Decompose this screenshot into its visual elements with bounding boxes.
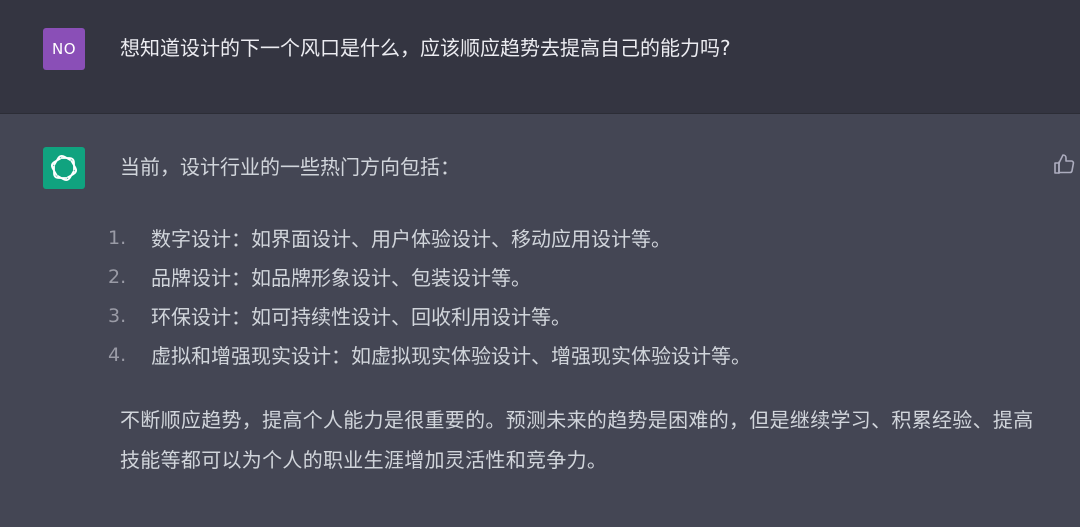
list-item-text: 虚拟和增强现实设计：如虚拟现实体验设计、增强现实体验设计等。 (151, 344, 751, 368)
list-item: 2. 品牌设计：如品牌形象设计、包装设计等。 (108, 257, 1048, 296)
assistant-message-row: 当前，设计行业的一些热门方向包括： 1. 数字设计：如界面设计、用户体验设计、移… (0, 114, 1080, 527)
list-item: 3. 环保设计：如可持续性设计、回收利用设计等。 (108, 296, 1048, 335)
user-message-row: NO 想知道设计的下一个风口是什么，应该顺应趋势去提高自己的能力吗? (0, 0, 1080, 114)
list-item-text: 数字设计：如界面设计、用户体验设计、移动应用设计等。 (151, 227, 671, 251)
list-item-text: 环保设计：如可持续性设计、回收利用设计等。 (151, 305, 571, 329)
assistant-conclusion-text: 不断顺应趋势，提高个人能力是很重要的。预测未来的趋势是困难的，但是继续学习、积累… (120, 408, 1034, 472)
list-item-text: 品牌设计：如品牌形象设计、包装设计等。 (151, 266, 531, 290)
list-item-number: 2. (108, 265, 127, 288)
user-message-text: 想知道设计的下一个风口是什么，应该顺应趋势去提高自己的能力吗? (120, 36, 731, 60)
hot-directions-list: 1. 数字设计：如界面设计、用户体验设计、移动应用设计等。 2. 品牌设计：如品… (108, 218, 1048, 374)
list-item: 4. 虚拟和增强现实设计：如虚拟现实体验设计、增强现实体验设计等。 (108, 335, 1048, 374)
thumbs-up-icon[interactable] (1052, 152, 1076, 176)
list-item: 1. 数字设计：如界面设计、用户体验设计、移动应用设计等。 (108, 218, 1048, 257)
list-item-number: 4. (108, 343, 127, 366)
list-item-number: 3. (108, 304, 127, 327)
user-avatar: NO (43, 28, 85, 70)
openai-logo-icon (43, 147, 85, 189)
list-item-number: 1. (108, 226, 127, 249)
assistant-intro-text: 当前，设计行业的一些热门方向包括： (120, 155, 460, 179)
